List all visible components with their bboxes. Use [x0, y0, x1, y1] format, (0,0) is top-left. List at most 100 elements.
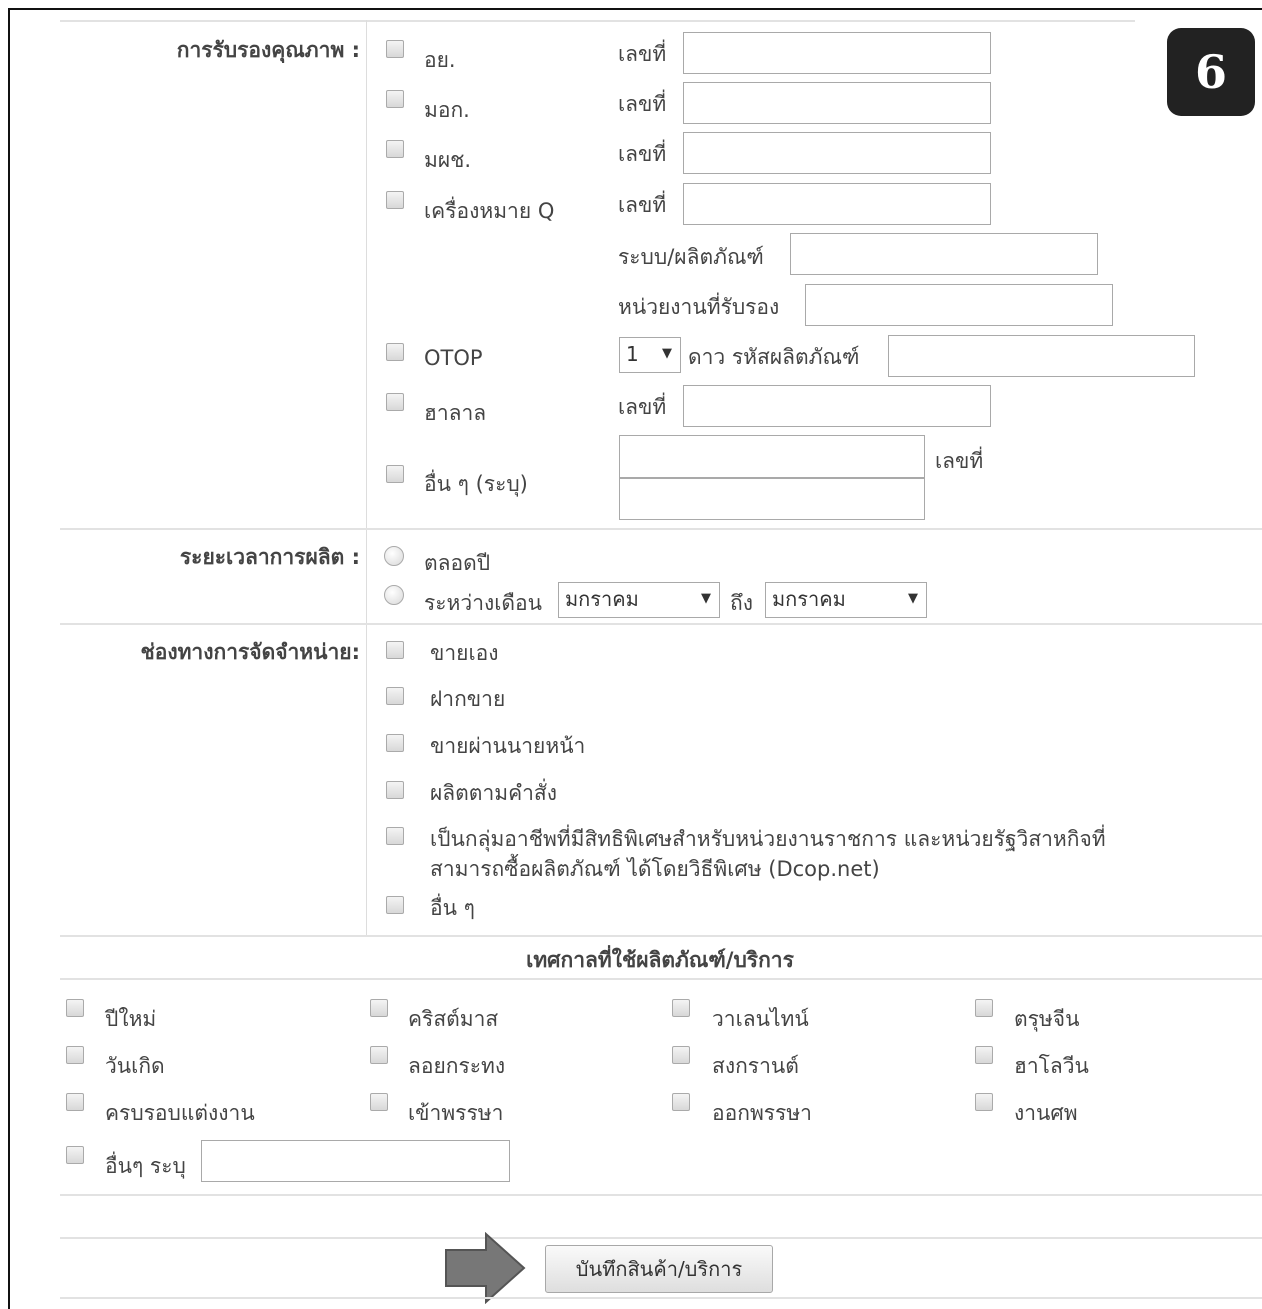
cert-label-otop: OTOP: [424, 346, 483, 370]
divider: [60, 528, 1262, 530]
cert-checkbox-tis[interactable]: [386, 90, 404, 108]
production-period-all-year-label: ตลอดปี: [424, 551, 491, 575]
divider: [60, 623, 1262, 625]
cert-number-label: เลขที่: [618, 42, 667, 66]
save-product-button[interactable]: บันทึกสินค้า/บริการ: [545, 1245, 773, 1293]
distribution-label-self-sell: ขายเอง: [430, 641, 499, 665]
festival-checkbox-birthday[interactable]: [66, 1046, 84, 1064]
distribution-label-dcop: เป็นกลุ่มอาชีพที่มีสิทธิพิเศษสำหรับหน่วย…: [430, 827, 1106, 851]
cert-number-label: เลขที่: [618, 92, 667, 116]
festival-checkbox-other[interactable]: [66, 1146, 84, 1164]
distribution-checkbox-other[interactable]: [386, 896, 404, 914]
distribution-label-consignment: ฝากขาย: [430, 687, 506, 711]
festival-checkbox-new-year[interactable]: [66, 999, 84, 1017]
frame-left-border: [8, 8, 10, 1309]
certifying-agency-input[interactable]: [805, 284, 1113, 326]
cert-number-label: เลขที่: [618, 142, 667, 166]
cert-number-input-cps[interactable]: [683, 132, 991, 174]
step-number-badge: 6: [1167, 28, 1255, 116]
cert-label-tis: มอก.: [424, 98, 470, 122]
distribution-checkbox-self-sell[interactable]: [386, 641, 404, 659]
production-period-radio-all-year[interactable]: [384, 546, 404, 566]
festival-checkbox-loy-krathong[interactable]: [370, 1046, 388, 1064]
divider: [60, 1237, 1262, 1239]
distribution-checkbox-dcop[interactable]: [386, 827, 404, 845]
certifying-agency-label: หน่วยงานที่รับรอง: [618, 295, 780, 319]
chevron-down-icon: ▼: [662, 346, 672, 361]
cert-label-other: อื่น ๆ (ระบุ): [424, 472, 528, 496]
festival-label-funeral: งานศพ: [1014, 1101, 1078, 1125]
festival-label-halloween: ฮาโลวีน: [1014, 1054, 1089, 1078]
cert-checkbox-cps[interactable]: [386, 140, 404, 158]
cert-label-fda: อย.: [424, 48, 456, 72]
to-label: ถึง: [730, 591, 753, 615]
cert-number-input-fda[interactable]: [683, 32, 991, 74]
festival-checkbox-buddhist-lent-end[interactable]: [672, 1093, 690, 1111]
festival-label-anniversary: ครบรอบแต่งงาน: [105, 1101, 255, 1125]
festival-label-chinese-new-year: ตรุษจีน: [1014, 1007, 1080, 1031]
column-divider: [366, 20, 367, 936]
divider: [60, 20, 1135, 22]
cert-label-q-mark: เครื่องหมาย Q: [424, 199, 555, 223]
otop-star-select[interactable]: 1 ▼: [619, 337, 681, 373]
arrow-right-icon: [445, 1232, 526, 1304]
divider: [60, 978, 1262, 980]
festival-label-buddhist-lent-start: เข้าพรรษา: [408, 1101, 504, 1125]
cert-number-label: เลขที่: [618, 395, 667, 419]
divider: [60, 1297, 1262, 1299]
festival-checkbox-songkran[interactable]: [672, 1046, 690, 1064]
festival-checkbox-funeral[interactable]: [975, 1093, 993, 1111]
cert-other-specify-input[interactable]: [619, 435, 925, 478]
cert-number-input-q-mark[interactable]: [683, 183, 991, 225]
cert-checkbox-otop[interactable]: [386, 343, 404, 361]
festival-label-christmas: คริสต์มาส: [408, 1007, 499, 1031]
distribution-label-made-to-order: ผลิตตามคำสั่ง: [430, 781, 557, 805]
distribution-label-broker: ขายผ่านนายหน้า: [430, 734, 586, 758]
festival-label-birthday: วันเกิด: [105, 1054, 165, 1078]
distribution-checkbox-made-to-order[interactable]: [386, 781, 404, 799]
distribution-checkbox-broker[interactable]: [386, 734, 404, 752]
cert-checkbox-other[interactable]: [386, 465, 404, 483]
festival-other-input[interactable]: [201, 1140, 510, 1182]
otop-star-value: 1: [626, 342, 639, 366]
production-period-radio-between-months[interactable]: [384, 585, 404, 605]
cert-label-halal: ฮาลาล: [424, 401, 487, 425]
cert-number-input-halal[interactable]: [683, 385, 991, 427]
chevron-down-icon: ▼: [701, 591, 711, 606]
cert-number-label: เลขที่: [935, 449, 984, 473]
divider: [60, 935, 1262, 937]
festival-checkbox-halloween[interactable]: [975, 1046, 993, 1064]
from-month-select[interactable]: มกราคม ▼: [558, 582, 720, 618]
otop-product-code-input[interactable]: [888, 335, 1195, 377]
festival-label-valentine: วาเลนไทน์: [712, 1007, 809, 1031]
frame-top-border: [8, 8, 1262, 10]
certification-label: การรับรองคุณภาพ :: [176, 38, 360, 62]
system-product-input[interactable]: [790, 233, 1098, 275]
cert-checkbox-fda[interactable]: [386, 40, 404, 58]
otop-star-label: ดาว รหัสผลิตภัณฑ์: [688, 345, 860, 369]
distribution-label-other: อื่น ๆ: [430, 896, 475, 920]
festival-checkbox-valentine[interactable]: [672, 999, 690, 1017]
system-product-label: ระบบ/ผลิตภัณฑ์: [618, 245, 764, 269]
cert-checkbox-q-mark[interactable]: [386, 191, 404, 209]
festival-label-loy-krathong: ลอยกระทง: [408, 1054, 506, 1078]
festival-label-songkran: สงกรานต์: [712, 1054, 799, 1078]
to-month-select[interactable]: มกราคม ▼: [765, 582, 927, 618]
festival-label-buddhist-lent-end: ออกพรรษา: [712, 1101, 812, 1125]
chevron-down-icon: ▼: [908, 591, 918, 606]
cert-checkbox-halal[interactable]: [386, 393, 404, 411]
festival-checkbox-anniversary[interactable]: [66, 1093, 84, 1111]
cert-other-number-input[interactable]: [619, 478, 925, 520]
distribution-checkbox-consignment[interactable]: [386, 687, 404, 705]
cert-number-input-tis[interactable]: [683, 82, 991, 124]
cert-label-cps: มผช.: [424, 148, 472, 172]
divider: [60, 1194, 1262, 1196]
festival-checkbox-chinese-new-year[interactable]: [975, 999, 993, 1017]
festival-checkbox-buddhist-lent-start[interactable]: [370, 1093, 388, 1111]
festival-label-new-year: ปีใหม่: [105, 1007, 157, 1031]
festival-checkbox-christmas[interactable]: [370, 999, 388, 1017]
from-month-value: มกราคม: [565, 587, 639, 611]
distribution-label: ช่องทางการจัดจำหน่าย:: [140, 640, 360, 664]
production-period-between-label: ระหว่างเดือน: [424, 591, 543, 615]
festivals-title: เทศกาลที่ใช้ผลิตภัณฑ์/บริการ: [526, 948, 794, 972]
